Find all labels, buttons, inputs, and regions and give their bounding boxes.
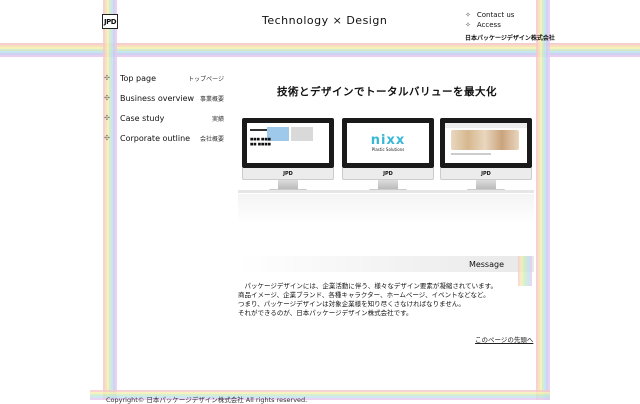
nav-item-label[interactable]: Case study — [120, 114, 212, 123]
nav-item-sublabel: 会社概要 — [199, 135, 224, 143]
back-to-top-link[interactable]: このページの先頭へ — [475, 334, 533, 344]
contact-link-label[interactable]: Contact us — [477, 10, 515, 20]
site-tagline: Technology × Design — [262, 14, 388, 27]
message-line: 商品イメージ、企業ブランド、各種キャラクター、ホームページ、イベントなどなど。 — [238, 291, 490, 299]
website-thumbnail — [445, 123, 527, 163]
monitor-stand — [278, 180, 298, 189]
monitor-showcase-2[interactable]: nixx Plastic Solutions JPD — [342, 118, 434, 192]
message-header: Message — [238, 256, 534, 272]
monitor-chin-logo: JPD — [242, 168, 334, 180]
monitor-stand — [378, 180, 398, 189]
main-headline: 技術とデザインでトータルバリューを最大化 — [277, 86, 497, 98]
sparkle-bullet-icon: ✣ — [104, 114, 110, 122]
nav-item-label[interactable]: Corporate outline — [120, 134, 200, 143]
nav-item-case-study[interactable]: ✣ Case study 実績 — [104, 108, 224, 128]
nav-item-label[interactable]: Top page — [120, 74, 188, 83]
monitor-showcase-3[interactable]: JPD — [440, 118, 532, 192]
website-thumbnail: nixx Plastic Solutions — [347, 123, 429, 163]
monitor-shelf — [238, 190, 534, 193]
nav-item-sublabel: 実績 — [211, 115, 224, 123]
message-line: つまり、パッケージデザインは対象企業様を知り尽くさなければなりません。 — [238, 300, 465, 308]
contact-link[interactable]: ✧ Contact us — [465, 10, 514, 20]
side-nav: ✣ Top page トップページ ✣ Business overview 事業… — [104, 68, 224, 148]
sparkle-icon: ✧ — [465, 11, 471, 19]
access-link[interactable]: ✧ Access — [465, 20, 514, 30]
monitor-stand — [476, 180, 496, 189]
nixx-logo: nixx — [370, 133, 406, 148]
monitor-screen: nixx Plastic Solutions — [342, 118, 434, 168]
nav-item-top-page[interactable]: ✣ Top page トップページ — [104, 68, 224, 88]
message-title: Message — [468, 260, 504, 269]
site-logo[interactable]: JPD — [102, 14, 118, 29]
rainbow-stripe-vertical-left — [103, 0, 117, 400]
website-thumbnail: ■■■ ■■■ ■■ ■■■■ — [247, 123, 329, 163]
header-links: ✧ Contact us ✧ Access — [465, 10, 514, 30]
sparkle-bullet-icon: ✣ — [104, 94, 110, 102]
nav-item-sublabel: トップページ — [188, 75, 224, 83]
message-body: パッケージデザインには、企業活動に伴う、様々なデザイン要素が凝縮されています。 … — [238, 282, 538, 318]
sparkle-bullet-icon: ✣ — [104, 134, 110, 142]
nav-item-label[interactable]: Business overview — [120, 94, 200, 103]
sparkle-bullet-icon: ✣ — [104, 74, 110, 82]
nav-item-sublabel: 事業概要 — [199, 95, 224, 103]
monitor-showcase-1[interactable]: ■■■ ■■■ ■■ ■■■■ JPD — [242, 118, 334, 192]
monitor-chin-logo: JPD — [342, 168, 434, 180]
monitor-screen: ■■■ ■■■ ■■ ■■■■ — [242, 118, 334, 168]
rainbow-stripe-vertical-right — [536, 0, 550, 400]
monitor-screen — [440, 118, 532, 168]
nav-item-corporate-outline[interactable]: ✣ Corporate outline 会社概要 — [104, 128, 224, 148]
monitor-chin-logo: JPD — [440, 168, 532, 180]
monitor-reflection — [238, 194, 534, 224]
sparkle-icon: ✧ — [465, 21, 471, 29]
nixx-subtitle: Plastic Solutions — [371, 147, 405, 152]
message-line: それができるのが、日本パッケージデザイン株式会社です。 — [238, 309, 413, 317]
copyright-text: Copyright© 日本パッケージデザイン株式会社 All rights re… — [106, 396, 308, 404]
message-line: パッケージデザインには、企業活動に伴う、様々なデザイン要素が凝縮されています。 — [238, 282, 498, 290]
company-name: 日本パッケージデザイン株式会社 — [465, 35, 555, 42]
nav-item-business-overview[interactable]: ✣ Business overview 事業概要 — [104, 88, 224, 108]
access-link-label[interactable]: Access — [477, 20, 501, 30]
